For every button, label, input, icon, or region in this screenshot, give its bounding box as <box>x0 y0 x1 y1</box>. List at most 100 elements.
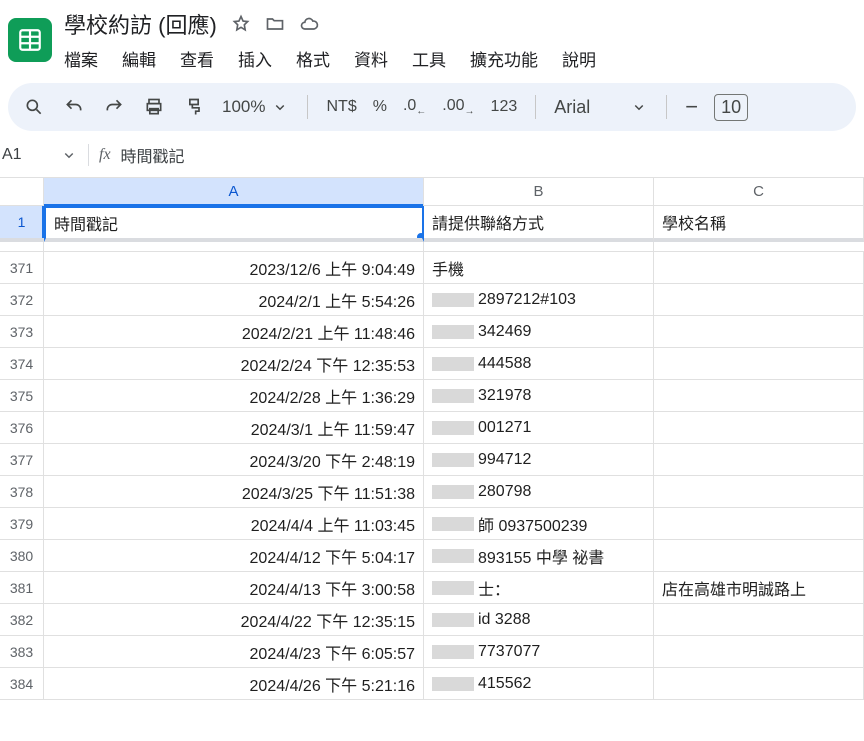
cell-C[interactable]: 店在高雄市明誠路上 <box>654 572 864 604</box>
cell-C[interactable] <box>654 252 864 284</box>
cell-B1[interactable]: 請提供聯絡方式 <box>424 206 654 242</box>
percent-button[interactable]: % <box>373 98 387 116</box>
spreadsheet-grid[interactable]: A B C 1 時間戳記 請提供聯絡方式 學校名稱 3712023/12/6 上… <box>0 178 864 700</box>
formula-input[interactable]: 時間戳記 <box>121 143 185 167</box>
cloud-icon[interactable] <box>299 14 319 34</box>
cell-A1[interactable]: 時間戳記 <box>44 206 424 242</box>
cell-A[interactable]: 2024/3/25 下午 11:51:38 <box>44 476 424 508</box>
search-icon[interactable] <box>22 95 46 119</box>
folder-icon[interactable] <box>265 14 285 34</box>
row-header[interactable]: 382 <box>0 604 44 636</box>
cell-A[interactable]: 2024/2/1 上午 5:54:26 <box>44 284 424 316</box>
cell-C[interactable] <box>654 412 864 444</box>
menu-tools[interactable]: 工具 <box>412 46 446 71</box>
more-formats-button[interactable]: 123 <box>491 98 518 116</box>
menu-view[interactable]: 查看 <box>180 46 214 71</box>
row-header[interactable]: 376 <box>0 412 44 444</box>
cell-B[interactable]: 994712 <box>424 444 654 476</box>
cell-C[interactable] <box>654 668 864 700</box>
cell-C[interactable] <box>654 348 864 380</box>
undo-icon[interactable] <box>62 95 86 119</box>
cell-B[interactable]: 7737077 <box>424 636 654 668</box>
cell-B[interactable]: 444588 <box>424 348 654 380</box>
cell-C[interactable] <box>654 476 864 508</box>
cell-B[interactable]: 師 0937500239 <box>424 508 654 540</box>
zoom-select[interactable]: 100% <box>222 97 289 117</box>
decrease-decimal-button[interactable]: .0← <box>403 97 426 117</box>
select-all-corner[interactable] <box>0 178 44 206</box>
cell-B[interactable]: 342469 <box>424 316 654 348</box>
cell-B[interactable]: 2897212#103 <box>424 284 654 316</box>
cell-A[interactable]: 2024/3/1 上午 11:59:47 <box>44 412 424 444</box>
menu-insert[interactable]: 插入 <box>238 46 272 71</box>
font-name: Arial <box>554 97 590 118</box>
cell-A[interactable]: 2024/4/26 下午 5:21:16 <box>44 668 424 700</box>
cell-C1[interactable]: 學校名稱 <box>654 206 864 242</box>
row-header[interactable]: 379 <box>0 508 44 540</box>
menu-data[interactable]: 資料 <box>354 46 388 71</box>
cell-A[interactable]: 2024/4/22 下午 12:35:15 <box>44 604 424 636</box>
cell-B[interactable]: 893155 中學 祕書 <box>424 540 654 572</box>
cell-A[interactable]: 2024/2/28 上午 1:36:29 <box>44 380 424 412</box>
menu-edit[interactable]: 編輯 <box>122 46 156 71</box>
menu-help[interactable]: 說明 <box>562 46 596 71</box>
font-size-input[interactable]: 10 <box>714 94 748 121</box>
cell-C[interactable] <box>654 508 864 540</box>
row-header[interactable]: 381 <box>0 572 44 604</box>
cell-C[interactable] <box>654 604 864 636</box>
cell-A[interactable]: 2024/4/13 下午 3:00:58 <box>44 572 424 604</box>
sheets-logo[interactable] <box>8 18 52 62</box>
paint-format-icon[interactable] <box>182 95 206 119</box>
cell-B[interactable]: 280798 <box>424 476 654 508</box>
cell-A[interactable]: 2024/2/24 下午 12:35:53 <box>44 348 424 380</box>
cell-C[interactable] <box>654 380 864 412</box>
redacted-block <box>432 517 474 531</box>
column-header-B[interactable]: B <box>424 178 654 206</box>
menu-file[interactable]: 檔案 <box>64 46 98 71</box>
menu-extensions[interactable]: 擴充功能 <box>470 46 538 71</box>
cell-B[interactable]: 321978 <box>424 380 654 412</box>
cell-A[interactable]: 2024/3/20 下午 2:48:19 <box>44 444 424 476</box>
star-icon[interactable] <box>231 14 251 34</box>
cell-C[interactable] <box>654 284 864 316</box>
cell-A[interactable]: 2024/2/21 上午 11:48:46 <box>44 316 424 348</box>
row-header[interactable]: 372 <box>0 284 44 316</box>
row-header[interactable]: 374 <box>0 348 44 380</box>
cell-B[interactable]: 001271 <box>424 412 654 444</box>
cell-C[interactable] <box>654 316 864 348</box>
name-box-dropdown[interactable] <box>60 146 78 164</box>
cell-B[interactable]: 手機 <box>424 252 654 284</box>
cell-B[interactable]: id 3288 <box>424 604 654 636</box>
cell-B[interactable]: 士： <box>424 572 654 604</box>
cell-C[interactable] <box>654 444 864 476</box>
row-header[interactable]: 378 <box>0 476 44 508</box>
menu-format[interactable]: 格式 <box>296 46 330 71</box>
print-icon[interactable] <box>142 95 166 119</box>
redacted-block <box>432 613 474 627</box>
zoom-value: 100% <box>222 97 265 117</box>
row-header[interactable]: 380 <box>0 540 44 572</box>
increase-decimal-button[interactable]: .00→ <box>442 97 474 117</box>
row-header[interactable]: 383 <box>0 636 44 668</box>
font-select[interactable]: Arial <box>554 97 648 118</box>
column-header-C[interactable]: C <box>654 178 864 206</box>
cell-A[interactable]: 2024/4/12 下午 5:04:17 <box>44 540 424 572</box>
doc-title[interactable]: 學校約訪 (回應) <box>64 8 217 40</box>
row-header[interactable]: 371 <box>0 252 44 284</box>
name-box[interactable]: A1 <box>2 146 50 164</box>
row-header[interactable]: 377 <box>0 444 44 476</box>
row-header[interactable]: 384 <box>0 668 44 700</box>
cell-A[interactable]: 2024/4/23 下午 6:05:57 <box>44 636 424 668</box>
cell-C[interactable] <box>654 540 864 572</box>
redo-icon[interactable] <box>102 95 126 119</box>
cell-A[interactable]: 2023/12/6 上午 9:04:49 <box>44 252 424 284</box>
row-header[interactable]: 373 <box>0 316 44 348</box>
row-header-1[interactable]: 1 <box>0 206 44 242</box>
cell-B[interactable]: 415562 <box>424 668 654 700</box>
decrease-font-button[interactable]: − <box>685 94 698 120</box>
row-header[interactable]: 375 <box>0 380 44 412</box>
currency-button[interactable]: NT$ <box>326 98 356 116</box>
column-header-A[interactable]: A <box>44 178 424 206</box>
cell-C[interactable] <box>654 636 864 668</box>
cell-A[interactable]: 2024/4/4 上午 11:03:45 <box>44 508 424 540</box>
